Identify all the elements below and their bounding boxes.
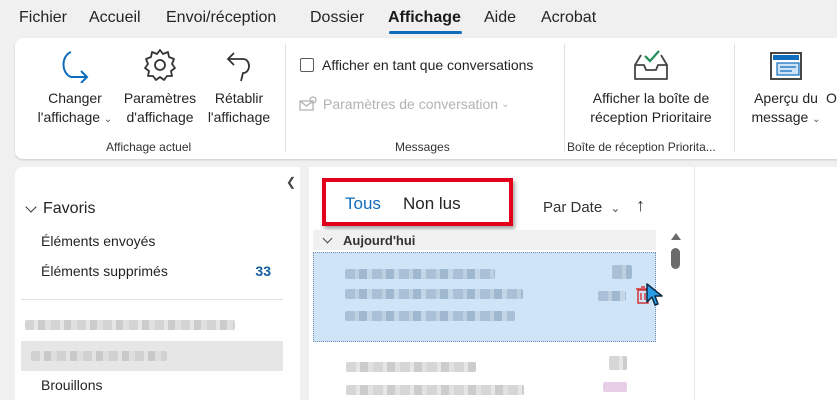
blurred-time <box>598 291 626 301</box>
message-list: Tous Non lus Par Date ⌄ ↑ Aujourd'hui <box>309 167 694 400</box>
focused-inbox-group-label: Boîte de réception Priorita... <box>567 140 716 154</box>
change-view-arrow-icon <box>62 51 89 83</box>
tab-fichier[interactable]: Fichier <box>19 9 67 27</box>
reading-pane-label-1: Aperçu du <box>754 90 818 106</box>
blurred-sender <box>346 362 476 372</box>
blurred-attachment-icon <box>609 356 627 370</box>
sort-by-date-button[interactable]: Par Date ⌄ <box>543 199 620 216</box>
mail-item[interactable] <box>313 352 656 400</box>
show-as-conversations-checkbox[interactable]: Afficher en tant que conversations <box>300 57 533 73</box>
group-separator <box>734 44 735 152</box>
sort-label: Par Date <box>543 199 603 216</box>
favorites-label: Favoris <box>43 200 96 217</box>
blurred-subject <box>346 385 524 395</box>
chevron-down-icon: ⌄ <box>103 114 113 125</box>
group-separator <box>564 44 565 152</box>
section-header-today[interactable]: Aujourd'hui <box>313 230 656 250</box>
cut-ribbon-button-label[interactable]: O <box>826 89 837 108</box>
ribbon: Changer l'affichage ⌄ Paramètres d'affic… <box>15 38 837 159</box>
chevron-down-icon <box>25 201 37 213</box>
view-settings-label-2: d'affichage <box>126 109 194 125</box>
focused-inbox-label-2: réception Prioritaire <box>590 109 712 125</box>
folder-sent-items[interactable]: Éléments envoyés <box>41 233 155 249</box>
folder-deleted-items[interactable]: Éléments supprimés <box>41 263 168 279</box>
blurred-sender <box>345 269 495 279</box>
reading-pane-button[interactable]: Aperçu du message ⌄ <box>746 47 826 129</box>
mouse-cursor-icon <box>646 283 663 306</box>
change-view-label-1: Changer <box>48 90 102 106</box>
tab-aide[interactable]: Aide <box>484 9 516 27</box>
tab-dossier[interactable]: Dossier <box>310 9 364 27</box>
reading-pane-label-2: message <box>751 109 809 125</box>
folder-pane: ❮ Favoris Éléments envoyés Éléments supp… <box>15 167 300 400</box>
section-today-label: Aujourd'hui <box>343 232 416 248</box>
show-as-conversations-label: Afficher en tant que conversations <box>322 57 534 73</box>
reset-view-button[interactable]: Rétablir l'affichage <box>203 47 275 127</box>
tab-envoi-reception[interactable]: Envoi/réception <box>166 9 276 27</box>
unread-count-badge: 33 <box>255 263 271 279</box>
active-tab-indicator <box>389 31 462 34</box>
menu-bar: Fichier Accueil Envoi/réception Dossier … <box>0 0 837 36</box>
view-settings-label-1: Paramètres <box>123 90 197 106</box>
blurred-subject <box>345 289 523 299</box>
group-separator <box>285 44 286 152</box>
blurred-account-name <box>25 320 235 330</box>
conversation-settings-button[interactable]: Paramètres de conversation ⌄ <box>299 96 509 112</box>
reading-pane-icon <box>770 52 802 80</box>
reading-pane <box>694 167 837 400</box>
chevron-down-icon: ⌄ <box>501 98 510 110</box>
tab-acrobat[interactable]: Acrobat <box>541 9 596 27</box>
reset-view-label-1: Rétablir <box>214 90 264 106</box>
change-view-button[interactable]: Changer l'affichage ⌄ <box>35 47 115 129</box>
checkbox-box[interactable] <box>300 58 314 72</box>
highlight-annotation-box <box>322 178 513 226</box>
chevron-down-icon <box>322 233 333 243</box>
chevron-down-icon: ⌄ <box>610 201 621 215</box>
focused-inbox-button[interactable]: Afficher la boîte de réception Prioritai… <box>576 47 726 127</box>
focused-inbox-label-1: Afficher la boîte de <box>592 90 710 106</box>
undo-arrow-icon <box>226 52 250 82</box>
scrollbar[interactable] <box>669 229 683 400</box>
divider <box>21 299 283 300</box>
chevron-down-icon: ⌄ <box>812 114 821 125</box>
tab-accueil[interactable]: Accueil <box>89 9 141 27</box>
reset-view-label-2: l'affichage <box>207 109 271 125</box>
favorites-header[interactable]: Favoris <box>25 200 95 218</box>
change-view-label-2: l'affichage <box>37 109 101 125</box>
blurred-category-tag <box>603 382 627 392</box>
scroll-up-arrow-icon[interactable] <box>671 233 681 240</box>
inbox-check-icon <box>634 50 668 80</box>
gear-icon <box>144 49 176 81</box>
arrow-up-icon[interactable]: ↑ <box>636 195 645 216</box>
current-view-group-label: Affichage actuel <box>106 140 192 154</box>
blurred-preview <box>345 311 515 321</box>
blurred-folder-name <box>31 351 167 361</box>
selected-mail-item[interactable] <box>313 252 656 342</box>
view-settings-button[interactable]: Paramètres d'affichage <box>119 47 201 127</box>
messages-group-label: Messages <box>395 140 450 154</box>
collapse-pane-icon[interactable]: ❮ <box>286 175 296 189</box>
conversation-settings-icon <box>299 96 317 111</box>
folder-drafts[interactable]: Brouillons <box>41 377 102 393</box>
scroll-thumb[interactable] <box>671 248 680 269</box>
tab-affichage[interactable]: Affichage <box>388 9 461 27</box>
blurred-attachment-icon <box>612 265 632 279</box>
conversation-settings-label: Paramètres de conversation <box>323 96 499 112</box>
